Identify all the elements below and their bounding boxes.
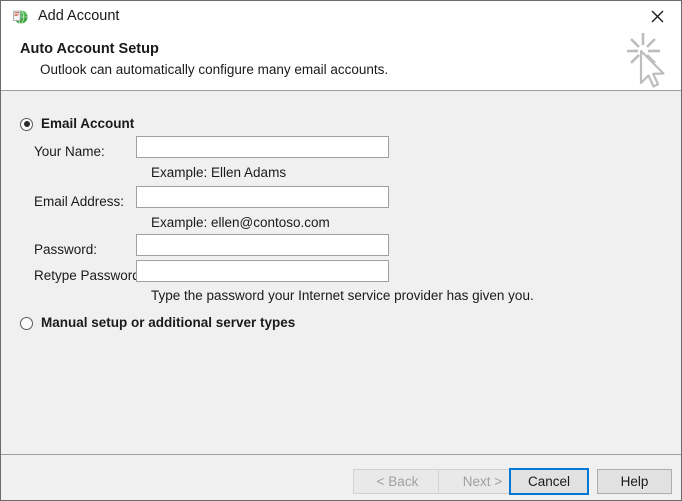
- radio-manual-setup-label: Manual setup or additional server types: [41, 315, 295, 331]
- label-your-name: Your Name:: [34, 144, 105, 160]
- window-title-group: Add Account: [12, 8, 119, 25]
- close-icon: [651, 10, 664, 23]
- radio-email-account-label: Email Account: [41, 116, 134, 132]
- radio-email-account[interactable]: Email Account: [20, 116, 134, 132]
- hint-password: Type the password your Internet service …: [151, 288, 534, 304]
- input-email-address[interactable]: [136, 186, 389, 208]
- cursor-sparkle-icon: [617, 31, 673, 89]
- label-email-address: Email Address:: [34, 194, 124, 210]
- hint-your-name: Example: Ellen Adams: [151, 165, 286, 181]
- back-button[interactable]: < Back: [353, 469, 442, 494]
- page-subtitle: Outlook can automatically configure many…: [40, 61, 388, 79]
- cancel-button[interactable]: Cancel: [509, 468, 589, 495]
- close-button[interactable]: [637, 3, 677, 29]
- help-button[interactable]: Help: [597, 469, 672, 494]
- label-password: Password:: [34, 242, 97, 258]
- input-your-name[interactable]: [136, 136, 389, 158]
- outlook-account-globe-icon: [12, 8, 29, 25]
- input-retype-password[interactable]: [136, 260, 389, 282]
- add-account-dialog: Add Account Auto Account Setup Outlook c…: [0, 0, 682, 501]
- dialog-titlebar: Add Account Auto Account Setup Outlook c…: [1, 1, 681, 91]
- window-title: Add Account: [38, 8, 119, 25]
- header-text-block: Auto Account Setup Outlook can automatic…: [20, 40, 388, 79]
- dialog-content: Email Account Your Name: Example: Ellen …: [1, 91, 681, 454]
- radio-manual-setup-indicator: [20, 317, 33, 330]
- hint-email-address: Example: ellen@contoso.com: [151, 215, 330, 231]
- dialog-footer: < Back Next > Cancel Help: [1, 454, 681, 500]
- radio-manual-setup[interactable]: Manual setup or additional server types: [20, 315, 295, 331]
- page-title: Auto Account Setup: [20, 40, 388, 58]
- radio-email-account-indicator: [20, 118, 33, 131]
- input-password[interactable]: [136, 234, 389, 256]
- label-retype-password: Retype Password:: [34, 268, 144, 284]
